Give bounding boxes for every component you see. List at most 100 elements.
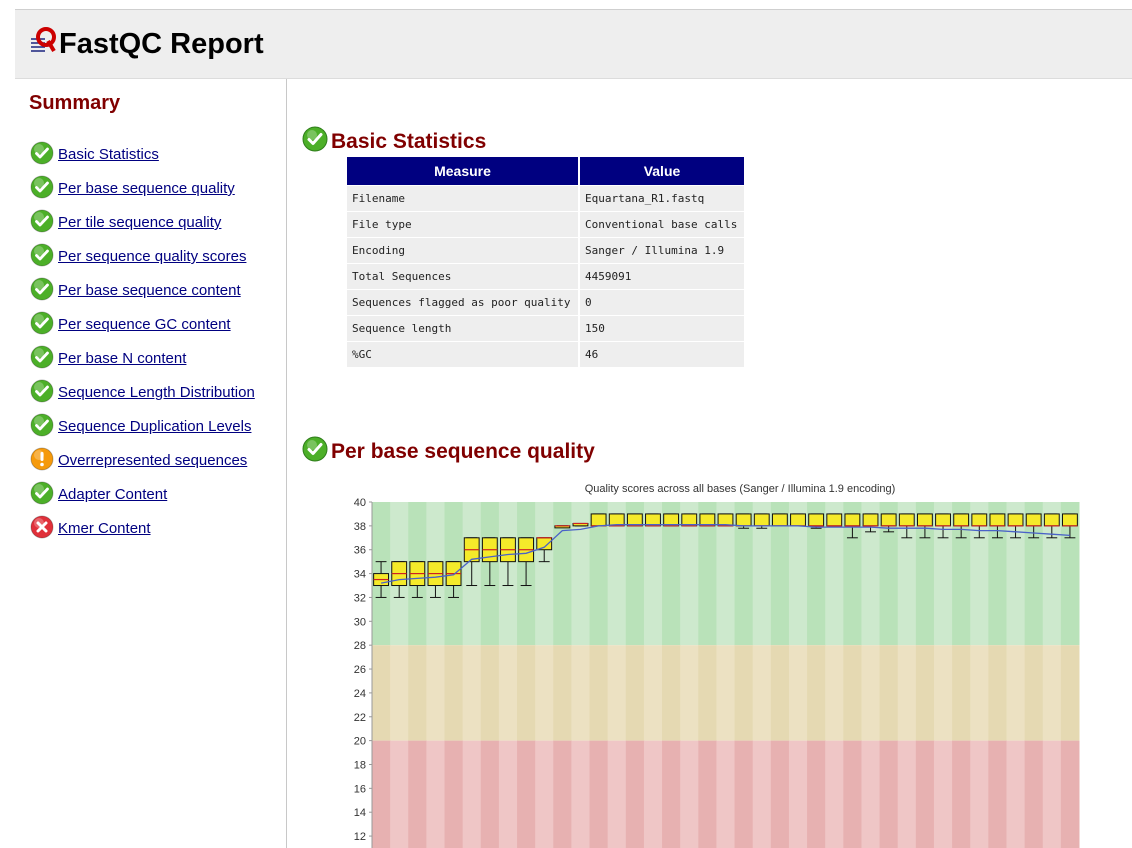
quality-zone-poor bbox=[662, 740, 681, 848]
summary-link[interactable]: Per tile sequence quality bbox=[58, 214, 221, 231]
quality-zone-poor bbox=[1024, 740, 1044, 848]
pass-check-icon bbox=[30, 141, 54, 165]
y-tick-label: 36 bbox=[354, 545, 366, 557]
quality-zone-reasonable bbox=[879, 645, 899, 741]
quality-zone-poor bbox=[843, 740, 862, 848]
quality-zone-poor bbox=[988, 740, 1007, 848]
summary-link[interactable]: Basic Statistics bbox=[58, 146, 159, 163]
table-row: Total Sequences 4459091 bbox=[347, 263, 746, 290]
pass-check-icon bbox=[30, 209, 54, 233]
quality-zone-poor bbox=[952, 740, 971, 848]
quality-zone-reasonable bbox=[698, 645, 717, 741]
quality-zone-reasonable bbox=[535, 645, 554, 741]
quality-zone-good bbox=[553, 502, 572, 646]
quality-box bbox=[735, 513, 752, 527]
quality-zone-reasonable bbox=[734, 645, 754, 741]
warning-exclamation-icon bbox=[30, 447, 54, 471]
quality-box bbox=[862, 513, 879, 527]
column-header-value: Value bbox=[579, 157, 746, 186]
quality-box bbox=[935, 513, 951, 527]
summary-title: Summary bbox=[29, 92, 121, 114]
measure-cell: Total Sequences bbox=[347, 263, 580, 290]
table-row: Encoding Sanger / Illumina 1.9 bbox=[347, 237, 746, 264]
quality-zone-poor bbox=[535, 740, 554, 848]
quality-zone-poor bbox=[716, 740, 736, 848]
quality-zone-poor bbox=[680, 740, 699, 848]
y-tick-label: 26 bbox=[354, 664, 366, 676]
measure-cell: Sequence length bbox=[347, 315, 580, 342]
quality-box bbox=[898, 513, 915, 527]
measure-cell: Encoding bbox=[347, 237, 580, 264]
y-tick-label: 22 bbox=[354, 712, 366, 724]
quality-zone-poor bbox=[915, 740, 935, 848]
quality-zone-poor bbox=[861, 740, 881, 848]
table-row: File type Conventional base calls bbox=[347, 211, 746, 238]
quality-zone-reasonable bbox=[897, 645, 917, 741]
quality-zone-poor bbox=[752, 740, 772, 848]
quality-zone-poor bbox=[462, 740, 482, 848]
y-tick-label: 16 bbox=[354, 783, 366, 795]
quality-zone-reasonable bbox=[390, 645, 409, 741]
summary-link[interactable]: Per sequence GC content bbox=[58, 316, 231, 333]
quality-zone-reasonable bbox=[1042, 645, 1062, 741]
value-cell: Sanger / Illumina 1.9 bbox=[579, 237, 746, 264]
quality-zone-reasonable bbox=[716, 645, 736, 741]
value-cell: 0 bbox=[579, 289, 746, 316]
summary-link[interactable]: Overrepresented sequences bbox=[58, 452, 247, 469]
quality-box bbox=[771, 513, 788, 527]
value-cell: 46 bbox=[579, 341, 746, 367]
quality-zone-poor bbox=[517, 740, 536, 848]
quality-zone-reasonable bbox=[480, 645, 500, 741]
quality-zone-reasonable bbox=[498, 645, 518, 741]
quality-box bbox=[790, 513, 806, 527]
measure-cell: Sequences flagged as poor quality bbox=[347, 289, 580, 316]
summary-link[interactable]: Kmer Content bbox=[58, 520, 151, 537]
quality-box bbox=[880, 513, 897, 527]
summary-link[interactable]: Per sequence quality scores bbox=[58, 248, 246, 265]
y-tick-label: 32 bbox=[354, 592, 366, 604]
summary-link[interactable]: Adapter Content bbox=[58, 486, 167, 503]
quality-zone-poor bbox=[498, 740, 518, 848]
quality-zone-reasonable bbox=[589, 645, 609, 741]
quality-zone-good bbox=[535, 502, 554, 646]
pass-check-icon bbox=[30, 277, 54, 301]
pass-check-icon bbox=[302, 126, 328, 152]
quality-zone-reasonable bbox=[752, 645, 772, 741]
y-tick-label: 40 bbox=[354, 497, 366, 509]
summary-link[interactable]: Sequence Duplication Levels bbox=[58, 418, 251, 435]
quality-zone-poor bbox=[807, 740, 826, 848]
pass-check-icon bbox=[302, 436, 328, 462]
y-tick-label: 38 bbox=[354, 521, 366, 533]
summary-link[interactable]: Sequence Length Distribution bbox=[58, 384, 255, 401]
summary-link[interactable]: Per base sequence content bbox=[58, 282, 241, 299]
per-base-quality-chart: Quality scores across all bases (Sanger … bbox=[354, 483, 1080, 848]
y-tick-label: 20 bbox=[354, 736, 366, 748]
quality-zone-poor bbox=[825, 740, 844, 848]
summary-link[interactable]: Per base sequence quality bbox=[58, 180, 235, 197]
quality-zone-reasonable bbox=[1024, 645, 1044, 741]
quality-zone-reasonable bbox=[662, 645, 681, 741]
y-tick-label: 28 bbox=[354, 640, 366, 652]
quality-zone-reasonable bbox=[988, 645, 1007, 741]
measure-cell: %GC bbox=[347, 341, 580, 367]
pass-check-icon bbox=[30, 345, 54, 369]
quality-zone-reasonable bbox=[970, 645, 989, 741]
quality-zone-reasonable bbox=[933, 645, 953, 741]
measure-cell: Filename bbox=[347, 185, 580, 212]
quality-box bbox=[844, 513, 861, 527]
quality-box bbox=[916, 513, 933, 527]
pass-check-icon bbox=[30, 243, 54, 267]
quality-zone-poor bbox=[553, 740, 572, 848]
y-tick-label: 14 bbox=[354, 807, 366, 819]
quality-zone-poor bbox=[1060, 740, 1080, 848]
fail-cross-icon bbox=[30, 515, 54, 539]
table-row: %GC 46 bbox=[347, 341, 746, 367]
quality-zone-reasonable bbox=[553, 645, 572, 741]
quality-box bbox=[989, 513, 1006, 527]
y-tick-label: 18 bbox=[354, 759, 366, 771]
summary-link[interactable]: Per base N content bbox=[58, 350, 186, 367]
quality-zone-poor bbox=[897, 740, 917, 848]
per-base-quality-title: Per base sequence quality bbox=[331, 440, 595, 463]
value-cell: 4459091 bbox=[579, 263, 746, 290]
quality-zone-poor bbox=[879, 740, 899, 848]
